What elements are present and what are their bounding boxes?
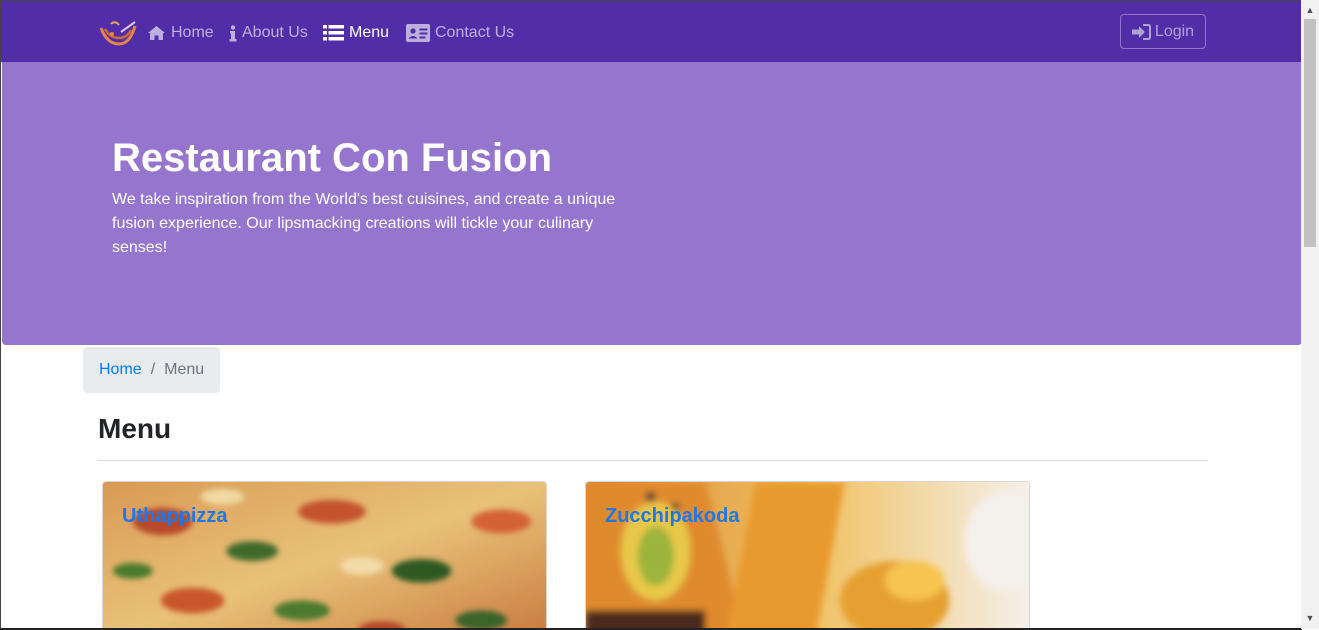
nav-menu-label: Menu [349,24,390,41]
breadcrumb: Home / Menu [83,347,220,393]
nav-home[interactable]: Home [147,21,214,45]
nav-about-label: About Us [242,24,308,41]
info-icon [229,24,237,42]
nav-about[interactable]: About Us [229,21,308,45]
dish-name-zucchipakoda: Zucchipakoda [605,505,740,527]
dish-card-zucchipakoda[interactable]: Zucchipakoda [585,481,1030,628]
login-button[interactable]: Login [1120,14,1206,49]
scroll-down-icon[interactable]: ▼ [1304,612,1316,624]
scrollbar-thumb[interactable] [1304,19,1316,247]
list-icon [323,25,344,41]
page-title: Menu [98,413,172,444]
breadcrumb-home-link[interactable]: Home [99,361,142,379]
restaurant-title: Restaurant Con Fusion [112,136,553,180]
breadcrumb-current: Menu [164,361,205,378]
divider [98,460,1208,461]
nav-menu[interactable]: Menu [323,21,389,45]
breadcrumb-separator: / [150,361,156,378]
restaurant-description: We take inspiration from the World's bes… [112,191,616,256]
dish-name-uthappizza: Uthappizza [122,505,228,527]
dish-card-uthappizza[interactable]: Uthappizza [102,481,547,628]
navbar: Home About Us Menu Contact Us Login [1,1,1302,62]
address-card-icon [406,24,430,42]
login-label: Login [1154,22,1195,40]
scroll-up-icon[interactable]: ▲ [1304,4,1316,16]
nav-contact-label: Contact Us [435,24,515,41]
brand-logo[interactable] [97,16,137,50]
home-icon [147,25,166,41]
nav-home-label: Home [171,24,214,41]
sign-in-icon [1131,23,1151,40]
logo-icon [99,21,137,46]
nav-contact[interactable]: Contact Us [406,21,514,45]
browser-viewport: Home About Us Menu Contact Us Login Rest… [0,0,1302,630]
